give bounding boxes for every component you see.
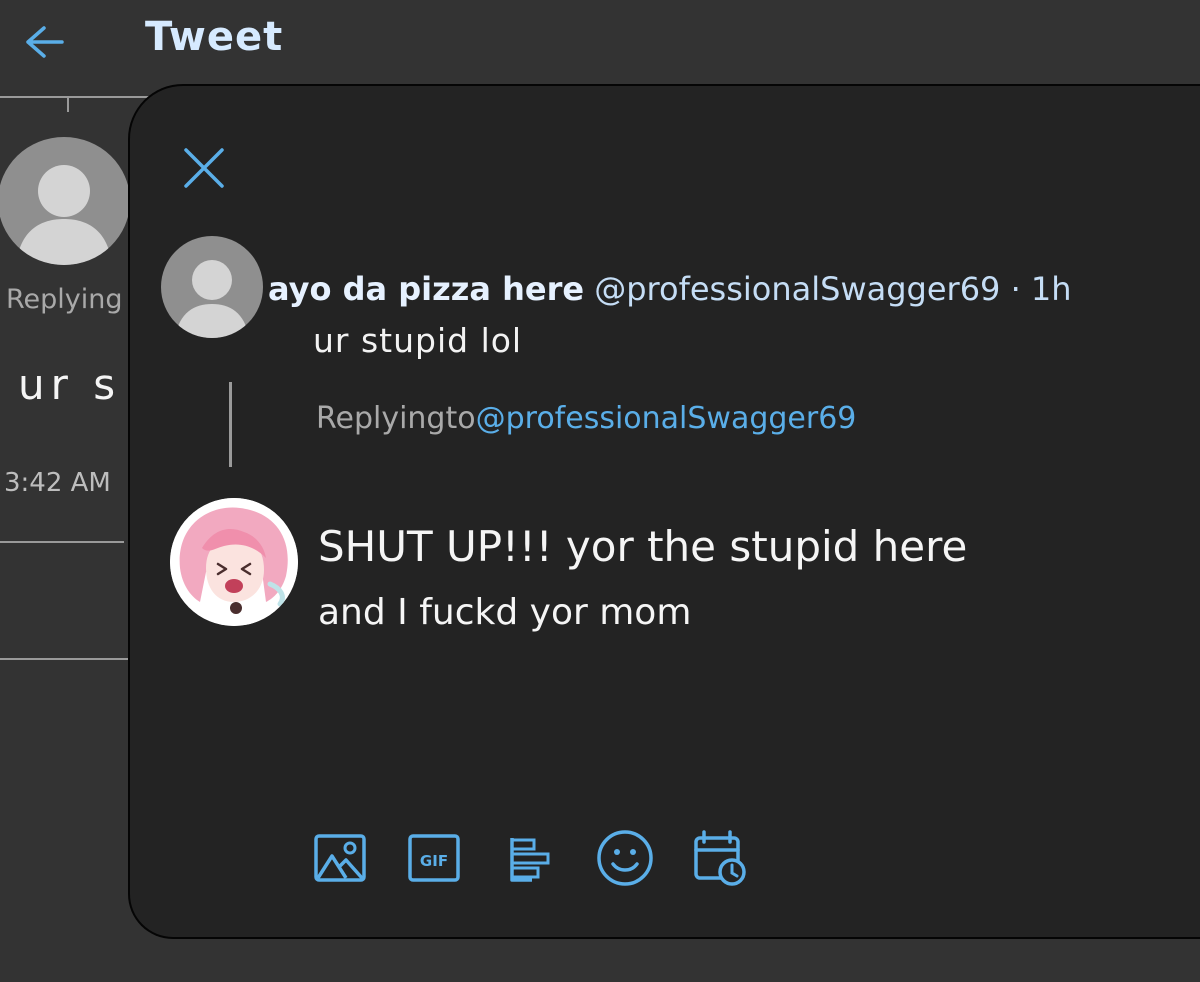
author-avatar[interactable] — [0, 137, 130, 265]
thread-connector-line — [229, 382, 232, 467]
replying-to-label: Replyingto — [316, 401, 476, 436]
header-divider-tick — [67, 96, 69, 112]
original-tweet-header: ayo da pizza here @professionalSwagger69… — [268, 270, 1072, 308]
schedule-icon[interactable] — [690, 828, 750, 888]
original-author-avatar[interactable] — [161, 236, 263, 338]
back-arrow-icon[interactable] — [22, 22, 66, 62]
default-profile-icon — [175, 260, 249, 338]
tweet-timestamp: 3:42 AM — [4, 468, 111, 498]
close-icon[interactable] — [180, 146, 228, 190]
gif-icon[interactable]: GIF — [404, 828, 464, 888]
reply-text-line: SHUT UP!!! yor the stupid here — [318, 522, 968, 571]
current-user-avatar[interactable] — [170, 498, 298, 626]
svg-text:GIF: GIF — [420, 852, 448, 870]
header-divider — [0, 96, 165, 98]
tweet-divider — [0, 541, 124, 543]
tweet-text: ur s — [18, 360, 122, 409]
display-name[interactable]: ayo da pizza here — [268, 270, 584, 308]
emoji-icon[interactable] — [595, 828, 655, 888]
replying-to-handle[interactable]: @professionalSwagger69 — [476, 401, 857, 436]
reply-modal: ayo da pizza here @professionalSwagger69… — [128, 84, 1200, 939]
separator-dot: · — [1010, 270, 1021, 308]
image-icon[interactable] — [310, 828, 370, 888]
reply-text-input[interactable]: SHUT UP!!! yor the stupid here and I fuc… — [318, 514, 1138, 694]
reply-text-line: and I fuckd yor mom — [318, 592, 692, 633]
tweet-page-header: Tweet — [0, 0, 1200, 90]
poll-icon[interactable] — [500, 828, 560, 888]
user-handle[interactable]: @professionalSwagger69 — [594, 270, 1000, 308]
tweet-age: 1h — [1030, 270, 1072, 308]
original-tweet-text: ur stupid lol — [313, 321, 523, 360]
anime-avatar-image — [170, 498, 298, 626]
replying-to: Replyingto@professionalSwagger69 — [316, 401, 856, 436]
actions-divider — [0, 658, 135, 660]
default-profile-icon — [16, 165, 112, 265]
page-title: Tweet — [145, 14, 284, 60]
replying-label: Replying — [6, 284, 123, 315]
